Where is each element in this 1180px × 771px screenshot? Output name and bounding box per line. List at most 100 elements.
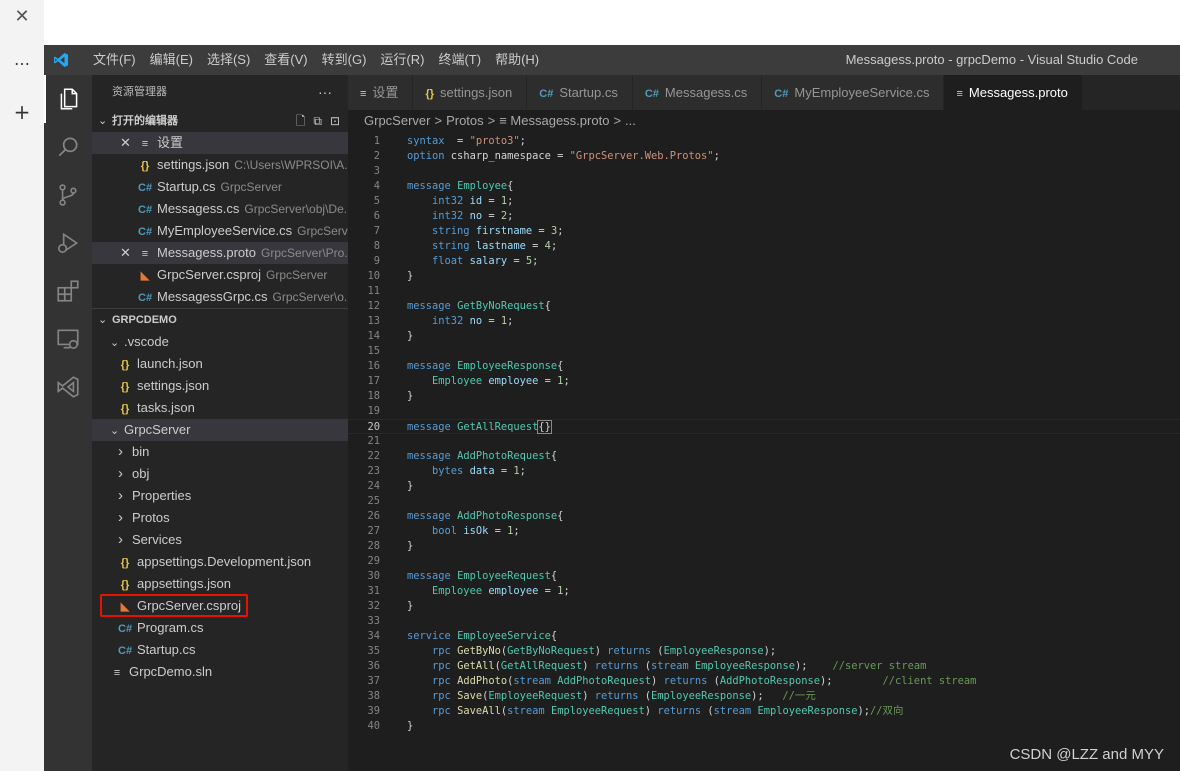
file-item[interactable]: {} tasks.json xyxy=(92,397,348,419)
menu-item[interactable]: 运行(R) xyxy=(373,45,431,75)
code-line: 13 int32 no = 1; xyxy=(348,314,1180,329)
code-line: 40} xyxy=(348,719,1180,734)
close-all-icon[interactable]: ⊡ xyxy=(330,110,340,132)
code-editor[interactable]: 1 syntax = "proto3"; 2 option csharp_namesp… xyxy=(348,132,1180,771)
code-token: option xyxy=(407,150,445,162)
open-editor-item[interactable]: ✕ ≡ Messagess.proto GrpcServer\Pro... xyxy=(92,242,348,264)
open-editor-item[interactable]: ✕ ≡ 设置 xyxy=(92,132,348,154)
tab[interactable]: C# MyEmployeeService.cs xyxy=(762,75,945,110)
tree-item-label: Protos xyxy=(132,510,170,525)
close-icon[interactable]: ✕ xyxy=(120,242,131,264)
menu-item[interactable]: 查看(V) xyxy=(257,45,314,75)
code-token: ) xyxy=(582,660,595,672)
chevron-right-icon: › xyxy=(118,531,123,548)
cs-file-icon: C# xyxy=(539,88,554,100)
menu-item[interactable]: 帮助(H) xyxy=(488,45,546,75)
save-all-icon[interactable]: ⧉ xyxy=(313,110,322,132)
code-token: GetByNoRequest xyxy=(507,645,595,657)
tree-item-label: appsettings.json xyxy=(137,576,231,591)
tree-item-label: Services xyxy=(132,532,182,547)
folder-item[interactable]: › obj xyxy=(92,463,348,485)
line-number: 6 xyxy=(373,210,380,222)
file-item[interactable]: {} appsettings.json xyxy=(92,573,348,595)
tab[interactable]: C# Startup.cs xyxy=(527,75,633,110)
cs-file-icon: C# xyxy=(118,623,133,635)
tab[interactable]: {} settings.json xyxy=(413,75,528,110)
tab[interactable]: ≡ 设置 xyxy=(348,75,414,110)
code-token: ; xyxy=(513,525,520,537)
tab[interactable]: C# Messagess.cs xyxy=(632,75,763,110)
open-editor-item[interactable]: C# Messagess.cs GrpcServer\obj\De... xyxy=(92,198,348,220)
menu-item[interactable]: 编辑(E) xyxy=(143,45,200,75)
file-item[interactable]: C# Startup.cs xyxy=(92,639,348,661)
open-editors-section[interactable]: ⌄ 打开的编辑器 🗋 ⧉ ⊡ xyxy=(92,110,348,132)
breadcrumb-item[interactable]: ... xyxy=(625,113,636,128)
outer-add-icon[interactable]: + xyxy=(0,100,44,124)
source-control-icon[interactable] xyxy=(44,171,92,219)
explorer-icon[interactable] xyxy=(44,75,92,123)
code-line: 12 message GetByNoRequest{ xyxy=(348,299,1180,314)
file-item[interactable]: ◣ GrpcServer.csproj xyxy=(92,595,348,617)
visual-studio-icon[interactable] xyxy=(44,363,92,411)
folder-item[interactable]: › Protos xyxy=(92,507,348,529)
line-number: 11 xyxy=(367,285,380,297)
code-line: 1 syntax = "proto3"; xyxy=(348,134,1180,149)
line-number: 29 xyxy=(367,555,380,567)
remote-explorer-icon[interactable] xyxy=(44,315,92,363)
folder-item[interactable]: › bin xyxy=(92,441,348,463)
code-token: returns xyxy=(594,690,639,702)
folder-item[interactable]: ⌄ .vscode xyxy=(92,331,348,353)
tab[interactable]: ≡ Messagess.proto xyxy=(944,75,1083,110)
file-item[interactable]: {} settings.json xyxy=(92,375,348,397)
menu-item[interactable]: 终端(T) xyxy=(431,45,488,75)
close-icon[interactable]: ✕ xyxy=(120,132,131,154)
workspace-section[interactable]: ⌄ GRPCDEMO xyxy=(92,309,348,331)
menu-item[interactable]: 文件(F) xyxy=(86,45,143,75)
more-actions-icon[interactable]: ··· xyxy=(318,75,332,110)
new-untitled-file-icon[interactable]: 🗋 xyxy=(296,110,306,132)
search-icon[interactable] xyxy=(44,123,92,171)
open-editor-item[interactable]: C# Startup.cs GrpcServer xyxy=(92,176,348,198)
open-editor-label: Messagess.cs xyxy=(157,201,240,216)
json-file-icon: {} xyxy=(140,160,150,172)
open-editor-label: 设置 xyxy=(157,135,184,150)
code-text: message AddPhotoRequest{ xyxy=(407,449,557,464)
file-item[interactable]: {} appsettings.Development.json xyxy=(92,551,348,573)
open-editor-item[interactable]: ◣ GrpcServer.csproj GrpcServer xyxy=(92,264,348,286)
extensions-icon[interactable] xyxy=(44,267,92,315)
file-item[interactable]: {} launch.json xyxy=(92,353,348,375)
code-token: employee xyxy=(488,585,539,597)
run-debug-icon[interactable] xyxy=(44,219,92,267)
outer-more-icon[interactable]: … xyxy=(0,50,44,69)
line-number: 18 xyxy=(367,390,380,402)
open-editor-item[interactable]: C# MessagessGrpc.cs GrpcServer\o... xyxy=(92,286,348,308)
code-token: } xyxy=(407,720,414,732)
folder-item[interactable]: ⌄ GrpcServer xyxy=(92,419,348,441)
file-item[interactable]: C# Program.cs xyxy=(92,617,348,639)
breadcrumb-item[interactable]: ≡ Messagess.proto xyxy=(499,113,609,128)
code-token: rpc xyxy=(432,690,451,702)
file-item[interactable]: ≡ GrpcDemo.sln xyxy=(92,661,348,683)
code-token: = xyxy=(494,465,514,477)
code-token: } xyxy=(407,390,414,402)
code-token: ) xyxy=(651,675,664,687)
outer-close-icon[interactable]: ✕ xyxy=(0,6,44,27)
line-number: 25 xyxy=(367,495,380,507)
open-editor-item[interactable]: {} settings.json C:\Users\WPRSOI\A... xyxy=(92,154,348,176)
open-editor-item[interactable]: C# MyEmployeeService.cs GrpcServ... xyxy=(92,220,348,242)
folder-item[interactable]: › Services xyxy=(92,529,348,551)
folder-item[interactable]: › Properties xyxy=(92,485,348,507)
menu-item[interactable]: 转到(G) xyxy=(315,45,374,75)
breadcrumb-item[interactable]: Protos xyxy=(446,113,484,128)
menu-item[interactable]: 选择(S) xyxy=(200,45,257,75)
code-line: 15 xyxy=(348,344,1180,359)
breadcrumb-item[interactable]: GrpcServer xyxy=(364,113,430,128)
tree-item-label: settings.json xyxy=(137,378,210,393)
code-token: EmployeeResponse xyxy=(757,705,858,717)
line-number: 32 xyxy=(367,600,380,612)
